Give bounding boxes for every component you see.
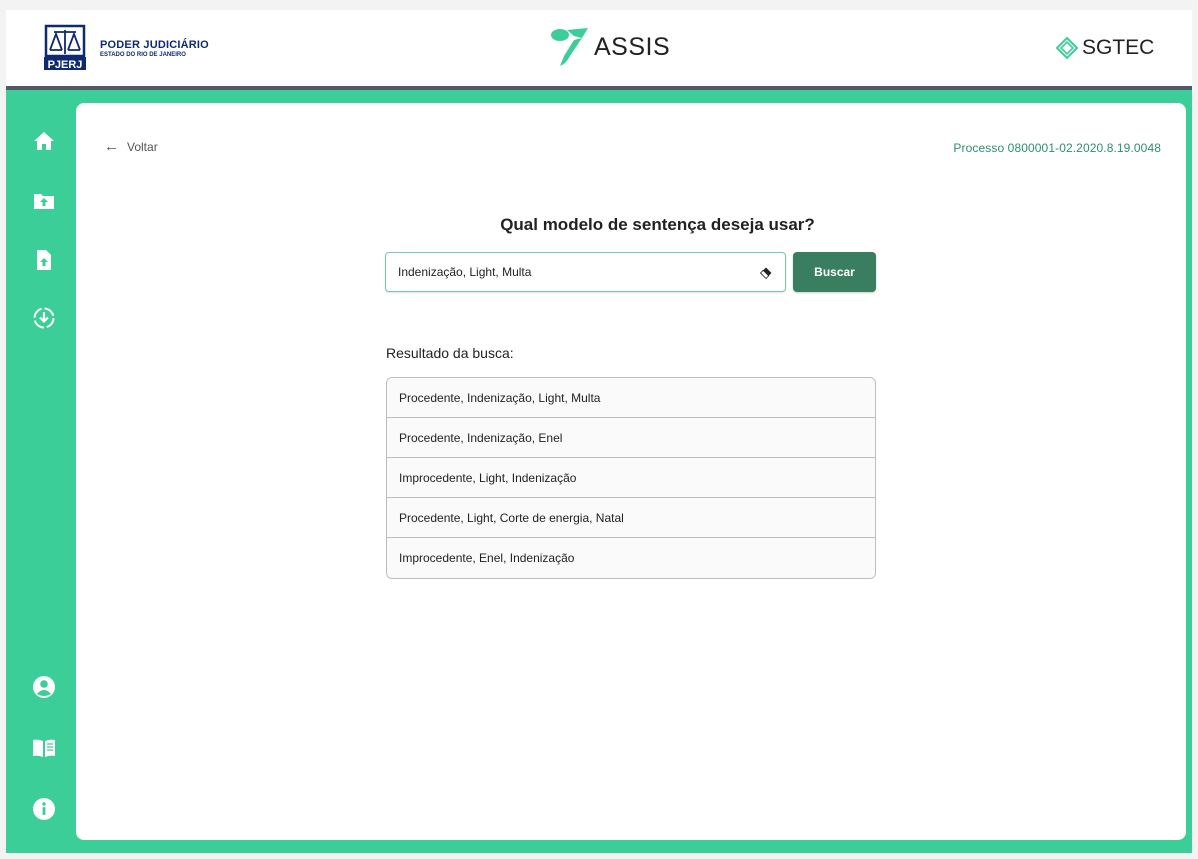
page-title: Qual modelo de sentença deseja usar? bbox=[500, 215, 815, 234]
back-link[interactable]: ← Voltar bbox=[104, 138, 158, 155]
search-field bbox=[385, 252, 786, 292]
results-label: Resultado da busca: bbox=[386, 345, 514, 361]
svg-text:PJERJ: PJERJ bbox=[48, 59, 83, 71]
home-icon[interactable] bbox=[32, 129, 56, 153]
org-title: PODER JUDICIÁRIO bbox=[100, 38, 209, 51]
result-item[interactable]: Procedente, Light, Corte de energia, Nat… bbox=[387, 498, 875, 538]
result-item[interactable]: Improcedente, Enel, Indenização bbox=[387, 538, 875, 578]
eraser-icon[interactable] bbox=[760, 267, 772, 279]
sgtec-logo-icon bbox=[1055, 36, 1079, 60]
search-button[interactable]: Buscar bbox=[793, 252, 876, 292]
download-circle-icon[interactable] bbox=[32, 306, 56, 330]
partner-name: SGTEC bbox=[1082, 36, 1155, 59]
process-number: Processo 0800001-02.2020.8.19.0048 bbox=[953, 141, 1161, 155]
pjerj-logo: PJERJ bbox=[44, 24, 86, 71]
result-item[interactable]: Improcedente, Light, Indenização bbox=[387, 458, 875, 498]
arrow-left-icon: ← bbox=[104, 138, 119, 155]
app-frame: PJERJ PODER JUDICIÁRIO ESTADO DO RIO DE … bbox=[6, 10, 1192, 853]
pjerj-brand: PJERJ PODER JUDICIÁRIO ESTADO DO RIO DE … bbox=[40, 24, 209, 72]
search-input[interactable] bbox=[398, 253, 748, 291]
file-upload-icon[interactable] bbox=[32, 248, 56, 272]
folder-upload-icon[interactable] bbox=[32, 189, 56, 213]
back-label: Voltar bbox=[127, 139, 158, 154]
main-panel: ← Voltar Processo 0800001-02.2020.8.19.0… bbox=[76, 103, 1186, 840]
assis-brand: ASSIS bbox=[544, 26, 670, 68]
header-divider bbox=[6, 86, 1192, 90]
result-item[interactable]: Procedente, Indenização, Enel bbox=[387, 418, 875, 458]
results-list: Procedente, Indenização, Light, Multa Pr… bbox=[386, 377, 876, 579]
info-icon[interactable] bbox=[32, 797, 56, 821]
sgtec-brand: SGTEC bbox=[1055, 36, 1154, 60]
result-item[interactable]: Procedente, Indenização, Light, Multa bbox=[387, 378, 875, 418]
org-subtitle: ESTADO DO RIO DE JANEIRO bbox=[100, 51, 186, 58]
app-name: ASSIS bbox=[594, 32, 671, 61]
sidebar bbox=[6, 90, 76, 853]
assis-logo-icon bbox=[551, 28, 588, 66]
book-icon[interactable] bbox=[32, 736, 56, 760]
user-icon[interactable] bbox=[32, 675, 56, 699]
top-header: PJERJ PODER JUDICIÁRIO ESTADO DO RIO DE … bbox=[6, 10, 1192, 86]
org-name: PODER JUDICIÁRIO ESTADO DO RIO DE JANEIR… bbox=[100, 39, 209, 58]
